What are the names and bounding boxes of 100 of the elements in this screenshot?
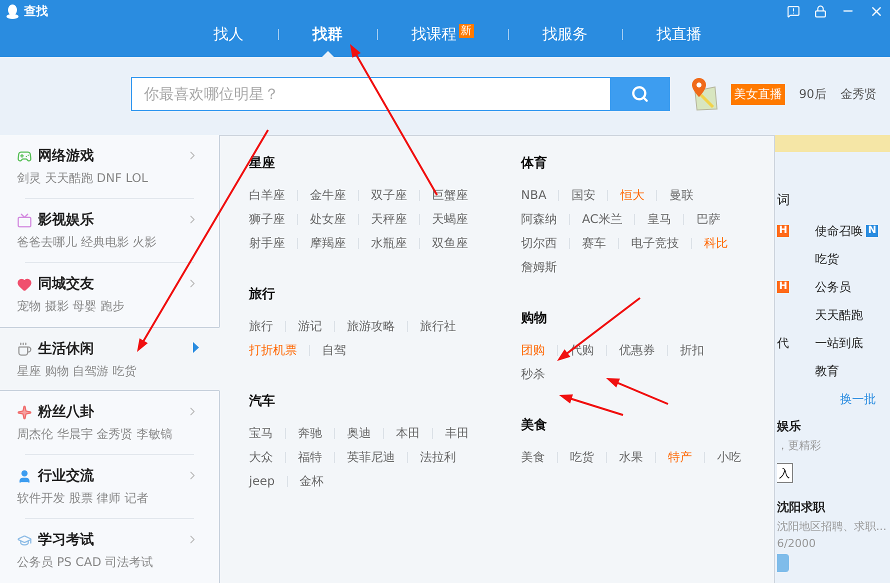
hot-badge: H [777,281,790,293]
tag-link[interactable]: 处女座 [310,210,346,228]
tag-link[interactable]: 詹姆斯 [521,258,557,276]
tag-link[interactable]: 团购 [521,342,545,358]
tag-link[interactable]: 自驾 [322,342,346,358]
feedback-button[interactable] [787,4,800,18]
category-title: 影视娱乐 [38,211,94,229]
tag-link[interactable]: 水果 [619,448,643,466]
hot-word[interactable]: 吃货 [815,250,839,268]
tag-link[interactable]: 赛车 [582,234,606,252]
category-item[interactable]: 同城交友 宠物 摄影 母婴 跑步 [0,263,220,327]
tag-link[interactable]: 曼联 [669,186,694,204]
tag-link[interactable]: 小吃 [717,448,741,466]
tag-link[interactable]: 吃货 [570,448,594,466]
category-item[interactable]: 粉丝八卦 周杰伦 华晨宇 金秀贤 李敏镐 [0,391,220,455]
tag-link[interactable]: 旅行 [249,318,273,334]
tag-link[interactable]: 国安 [571,186,596,204]
tag-link[interactable]: 切尔西 [521,234,557,252]
tag-link[interactable]: 优惠券 [619,342,655,358]
tag-link[interactable]: 旅游攻略 [347,318,395,334]
tag-link[interactable]: 丰田 [445,424,469,442]
triangle-icon [193,342,199,353]
tag-link[interactable]: 英菲尼迪 [347,448,395,466]
hot-word[interactable]: 教育 [815,362,839,380]
annotation-arrow [559,394,624,416]
nav-tab[interactable]: 找服务 [538,22,592,57]
tag-link[interactable]: jeep [249,474,275,488]
category-title: 粉丝八卦 [38,403,94,421]
tag-link[interactable]: 打折机票 [249,342,297,358]
hot-tag[interactable]: 金秀贤 [840,86,876,102]
tab-pointer-icon [322,51,334,57]
section-heading: 汽车 [249,392,276,410]
tag-link[interactable]: AC米兰 [582,210,622,228]
tag-link[interactable]: 巴萨 [696,210,720,228]
tag-link[interactable]: 秒杀 [521,366,545,382]
tag-link[interactable]: 皇马 [647,210,672,228]
category-title: 生活休闲 [38,340,94,358]
group-description: 沈阳地区招聘、求职... [777,519,888,534]
map-pin-icon [689,77,719,111]
hot-tag[interactable]: 90后 [799,86,826,102]
join-button[interactable]: 入 [777,463,793,483]
tag-link[interactable]: 阿森纳 [521,210,557,228]
refresh-link[interactable]: 换一批 [840,391,876,408]
tag-link[interactable]: 旅行社 [420,318,456,334]
category-item[interactable]: 生活休闲 星座 购物 自驾游 吃货 [0,327,220,391]
category-item[interactable]: 学习考试 公务员 PS CAD 司法考试 [0,519,220,583]
lock-button[interactable] [814,4,827,18]
section-heading: 体育 [521,154,548,172]
tag-link[interactable]: 天秤座 [371,210,407,228]
tag-link[interactable]: 恒大 [620,186,644,204]
tag-link[interactable]: 水瓶座 [371,234,407,252]
heart-icon [17,276,32,292]
tag-link[interactable]: 游记 [298,318,322,334]
tag-link[interactable]: 法拉利 [420,448,456,466]
tag-link[interactable]: 摩羯座 [310,234,346,252]
search-icon [631,85,649,103]
tag-link[interactable]: 奥迪 [347,424,371,442]
tag-link[interactable]: 大众 [249,448,273,466]
hot-badge: H [777,225,790,237]
category-subtitle: 公务员 PS CAD 司法考试 [17,554,154,571]
hot-word[interactable]: 使命召唤 [815,222,863,240]
category-title: 行业交流 [38,467,94,485]
tag-link[interactable]: 本田 [396,424,420,442]
hot-word[interactable]: 天天酷跑 [815,306,863,324]
tag-link[interactable]: 科比 [704,234,728,252]
nav-tab[interactable]: 找课程 新 [408,22,478,57]
tag-link[interactable]: 射手座 [249,234,285,252]
tag-link[interactable]: 双鱼座 [432,234,468,252]
new-badge: N [866,225,878,237]
category-title: 学习考试 [38,531,94,549]
hot-word[interactable]: 代 [777,334,789,352]
tag-link[interactable]: 双子座 [371,186,407,204]
tag-link[interactable]: 福特 [298,448,322,466]
tag-link[interactable]: 天蝎座 [432,210,468,228]
new-badge: 新 [458,24,474,38]
hot-word[interactable]: 一站到底 [815,334,863,352]
tag-link[interactable]: 特产 [668,448,692,466]
person-icon [17,468,32,484]
hot-word[interactable]: 公务员 [815,278,851,296]
section-heading: 美食 [521,416,548,434]
tag-link[interactable]: NBA [521,188,546,202]
category-item[interactable]: 行业交流 软件开发 股票 律师 记者 [0,455,220,519]
nav-tab[interactable]: 找直播 [652,22,706,57]
category-item[interactable]: 影视娱乐 爸爸去哪儿 经典电影 火影 [0,199,220,263]
search-button[interactable] [610,77,670,111]
tag-link[interactable]: 金杯 [300,472,324,490]
tag-link[interactable]: 白羊座 [249,186,285,204]
tag-link[interactable]: 金牛座 [310,186,346,204]
category-item[interactable]: 网络游戏 剑灵 天天酷跑 DNF LOL [0,135,220,199]
tag-link[interactable]: 宝马 [249,424,273,442]
nav-tab[interactable]: 找人 [210,22,248,57]
tag-link[interactable]: 折扣 [680,342,704,358]
section-heading: 词 [777,192,791,209]
tag-link[interactable]: 电子竞技 [631,234,679,252]
window-title: 查找 [24,2,48,20]
tag-link[interactable]: 奔驰 [298,424,322,442]
tag-link[interactable]: 美食 [521,448,545,466]
search-field[interactable]: 你最喜欢哪位明星？ [131,77,610,111]
tag-link[interactable]: 狮子座 [249,210,285,228]
nav-tab[interactable]: 找群 [308,22,346,57]
